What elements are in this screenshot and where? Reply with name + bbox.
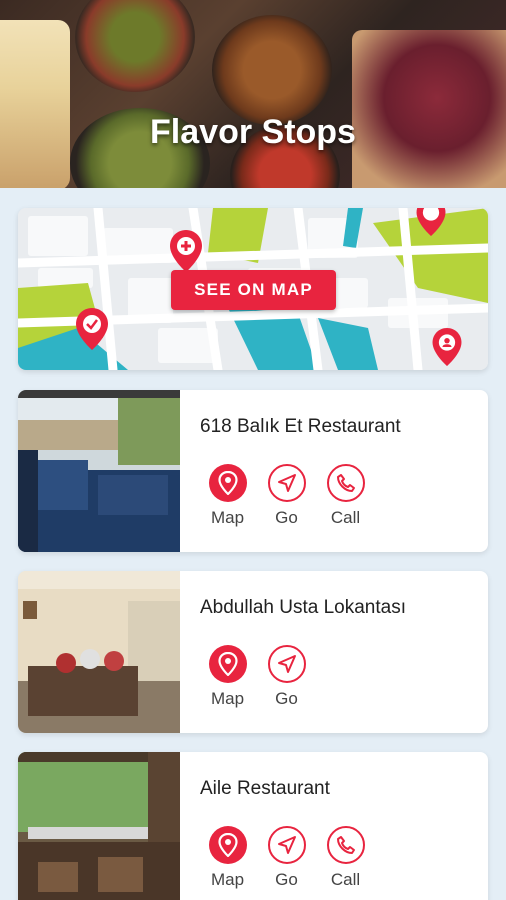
food-bowl-meatballs [212,15,332,125]
food-bowl-olives [75,0,195,92]
action-row: Map Go [198,645,316,709]
restaurant-card[interactable]: Aile Restaurant Map Go Call [18,752,488,900]
map-action[interactable]: Map [198,826,257,890]
restaurant-name: 618 Balık Et Restaurant [200,416,401,437]
map-pin-check-icon [76,308,108,350]
see-on-map-button[interactable]: SEE ON MAP [171,270,336,310]
call-action[interactable]: Call [316,826,375,890]
navigation-arrow-icon[interactable] [267,826,306,864]
restaurant-card[interactable]: Abdullah Usta Lokantası Map Go [18,571,488,733]
header-banner: Flavor Stops [0,0,506,188]
restaurant-photo [18,752,180,900]
restaurant-name: Abdullah Usta Lokantası [200,597,406,618]
phone-icon[interactable] [326,826,365,864]
action-row: Map Go Call [198,826,375,890]
map-action-label: Map [210,870,245,889]
go-action-label: Go [275,870,298,889]
go-action[interactable]: Go [257,464,316,528]
food-board-salami [352,30,506,188]
map-pin-plus-icon [170,230,202,272]
call-action-label: Call [330,508,361,527]
page-title: Flavor Stops [150,113,356,151]
navigation-arrow-icon[interactable] [267,645,306,683]
go-action[interactable]: Go [257,645,316,709]
go-action-label: Go [275,508,298,527]
map-pin-icon[interactable] [208,464,247,502]
map-action-label: Map [210,689,245,708]
phone-icon[interactable] [326,464,365,502]
map-pin-person-icon [432,328,462,366]
restaurant-card[interactable]: 618 Balık Et Restaurant Map Go Call [18,390,488,552]
go-action-label: Go [275,689,298,708]
call-action-label: Call [330,870,361,889]
map-pin-top-right-icon [416,208,446,236]
navigation-arrow-icon[interactable] [267,464,306,502]
restaurant-photo [18,390,180,552]
map-pin-icon[interactable] [208,826,247,864]
map-action[interactable]: Map [198,464,257,528]
call-action[interactable]: Call [316,464,375,528]
restaurant-photo [18,571,180,733]
action-row: Map Go Call [198,464,375,528]
map-action-label: Map [210,508,245,527]
restaurant-name: Aile Restaurant [200,778,330,799]
food-board-cheese [0,20,70,188]
map-pin-icon[interactable] [208,645,247,683]
go-action[interactable]: Go [257,826,316,890]
map-action[interactable]: Map [198,645,257,709]
